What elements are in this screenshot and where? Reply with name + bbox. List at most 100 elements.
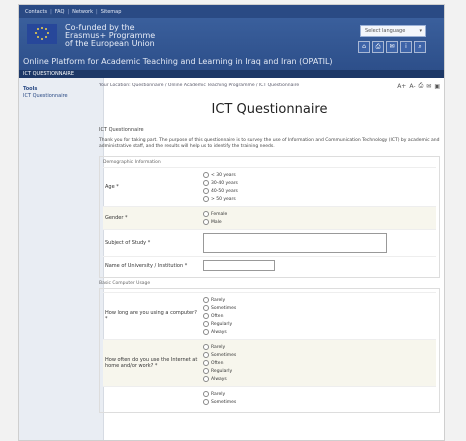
radio-option[interactable]: Regularly	[203, 367, 436, 375]
banner-line: of the European Union	[65, 39, 155, 48]
radio-option[interactable]: Female	[203, 210, 436, 218]
page-subtitle: ICT Questionnaire	[99, 127, 144, 133]
font-decrease-button[interactable]: A-	[409, 83, 415, 90]
radio-group: Rarely Sometimes Often Regularly Always	[200, 296, 436, 336]
question-label: How often do you use the Internet at hom…	[105, 357, 198, 369]
radio-button[interactable]	[203, 368, 209, 374]
radio-button[interactable]	[203, 297, 209, 303]
question-gender: Gender * Female Male	[103, 206, 436, 229]
radio-option[interactable]: Always	[203, 375, 436, 383]
question-label: Name of University / Institution *	[105, 262, 188, 269]
radio-button[interactable]	[203, 180, 209, 186]
breadcrumb[interactable]: Your Location: Questionnaire / Online Ac…	[99, 83, 384, 88]
radio-option[interactable]: Always	[203, 328, 436, 336]
top-link-faq[interactable]: FAQ	[55, 9, 65, 15]
page-title: ICT Questionnaire	[211, 102, 328, 117]
radio-button[interactable]	[203, 360, 209, 366]
radio-group: Female Male	[200, 210, 436, 226]
radio-button[interactable]	[203, 172, 209, 178]
radio-label: Sometimes	[211, 352, 237, 358]
radio-button[interactable]	[203, 196, 209, 202]
radio-label: Sometimes	[211, 305, 237, 311]
section-nav-label: ICT QUESTIONNAIRE	[19, 70, 444, 78]
radio-button[interactable]	[203, 329, 209, 335]
radio-button[interactable]	[203, 313, 209, 319]
radio-group: < 30 years 30-40 years 40-50 years > 50 …	[200, 171, 436, 203]
sidebar: Tools ICT Questionnaire	[19, 78, 104, 440]
radio-option[interactable]: < 30 years	[203, 171, 436, 179]
top-link-bar: Contacts | FAQ | Network | Sitemap	[19, 5, 444, 18]
radio-label: Rarely	[211, 297, 226, 303]
radio-label: Regularly	[211, 321, 233, 327]
radio-label: Female	[211, 211, 228, 217]
demographic-section: Demographic Information Age * < 30 years…	[99, 156, 440, 278]
radio-option[interactable]: > 50 years	[203, 195, 436, 203]
top-link-network[interactable]: Network	[72, 9, 93, 15]
toolbar-icons: ⌂ ⎙ ✉ i ⌕	[358, 41, 426, 53]
section-legend: Basic Computer Usage	[99, 281, 151, 286]
separator: |	[67, 8, 70, 15]
home-icon[interactable]: ⌂	[358, 41, 370, 53]
radio-button[interactable]	[203, 211, 209, 217]
print-icon[interactable]: ⎙	[418, 82, 423, 90]
radio-group: Rarely Sometimes	[200, 390, 436, 406]
radio-label: 30-40 years	[211, 180, 238, 186]
pdf-icon[interactable]: ▣	[434, 83, 440, 90]
question-label	[103, 390, 200, 406]
mail-icon[interactable]: ✉	[386, 41, 398, 53]
radio-option[interactable]: Sometimes	[203, 351, 436, 359]
radio-option[interactable]: Rarely	[203, 296, 436, 304]
radio-button[interactable]	[203, 399, 209, 405]
radio-option[interactable]: Sometimes	[203, 304, 436, 312]
radio-option[interactable]: Often	[203, 359, 436, 367]
print-icon[interactable]: ⎙	[372, 41, 384, 53]
question-subject: Subject of Study *	[103, 229, 436, 256]
platform-title: Online Platform for Academic Teaching an…	[23, 57, 333, 66]
question-label: How long are you using a computer? *	[105, 310, 197, 322]
radio-label: Regularly	[211, 368, 233, 374]
radio-button[interactable]	[203, 391, 209, 397]
separator: |	[96, 8, 98, 15]
sidebar-item-ict-questionnaire[interactable]: ICT Questionnaire	[23, 93, 99, 99]
radio-option[interactable]: Male	[203, 218, 436, 226]
radio-label: Often	[211, 360, 224, 366]
radio-button[interactable]	[203, 321, 209, 327]
top-link-sitemap[interactable]: Sitemap	[101, 9, 122, 15]
language-select-value: Select language	[365, 28, 406, 34]
answer-area	[200, 260, 436, 271]
section-legend: Demographic Information	[103, 160, 161, 165]
radio-option[interactable]: 40-50 years	[203, 187, 436, 195]
radio-option[interactable]: Rarely	[203, 343, 436, 351]
radio-label: > 50 years	[211, 196, 236, 202]
main-content: Your Location: Questionnaire / Online Ac…	[99, 82, 440, 440]
chevron-down-icon: ▾	[419, 28, 422, 34]
question-computer-use: How long are you using a computer? * Rar…	[103, 292, 436, 339]
radio-button[interactable]	[203, 352, 209, 358]
radio-button[interactable]	[203, 219, 209, 225]
radio-option[interactable]: 30-40 years	[203, 179, 436, 187]
radio-button[interactable]	[203, 376, 209, 382]
question-label: Subject of Study *	[105, 240, 151, 246]
radio-button[interactable]	[203, 344, 209, 350]
radio-option[interactable]: Rarely	[203, 390, 436, 398]
radio-option[interactable]: Sometimes	[203, 398, 436, 406]
top-link-contacts[interactable]: Contacts	[25, 9, 47, 15]
radio-label: Often	[211, 313, 224, 319]
search-icon[interactable]: ⌕	[414, 41, 426, 53]
language-select[interactable]: Select language ▾	[360, 25, 426, 37]
subject-textarea[interactable]	[203, 233, 387, 253]
question-university: Name of University / Institution *	[103, 256, 436, 274]
radio-button[interactable]	[203, 188, 209, 194]
university-input[interactable]	[203, 260, 275, 271]
eu-flag-icon	[27, 24, 57, 44]
erasmus-caption: Co-funded by the Erasmus+ Programme of t…	[65, 24, 155, 48]
email-icon[interactable]: ✉	[426, 83, 431, 90]
radio-button[interactable]	[203, 305, 209, 311]
question-next: Rarely Sometimes	[103, 386, 436, 409]
radio-option[interactable]: Regularly	[203, 320, 436, 328]
site-banner: Co-funded by the Erasmus+ Programme of t…	[19, 18, 444, 70]
radio-label: Rarely	[211, 344, 226, 350]
info-icon[interactable]: i	[400, 41, 412, 53]
font-increase-button[interactable]: A+	[397, 83, 406, 90]
radio-option[interactable]: Often	[203, 312, 436, 320]
